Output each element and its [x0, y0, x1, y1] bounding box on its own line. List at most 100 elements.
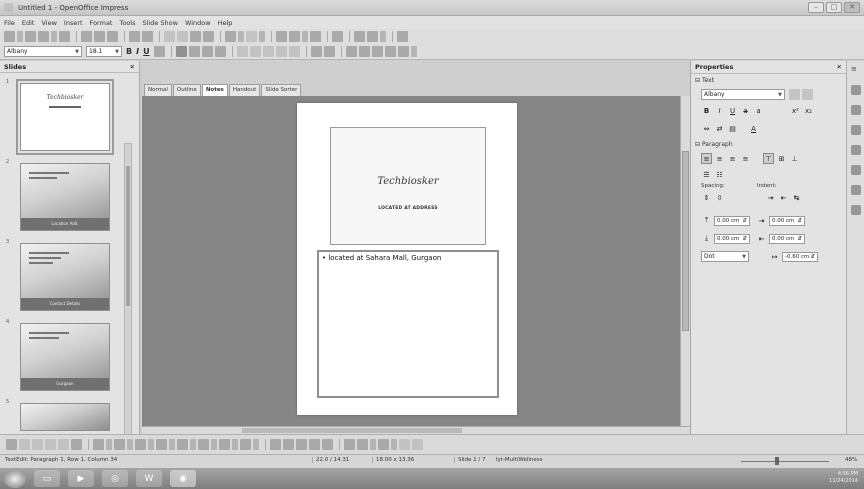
copy-icon[interactable] — [177, 31, 188, 42]
word-icon[interactable]: W — [136, 470, 162, 487]
basic-shapes-icon[interactable] — [135, 439, 146, 450]
close-icon[interactable]: ✕ — [837, 63, 842, 71]
curve-dropdown-icon[interactable] — [106, 439, 112, 450]
workspace-vertical-scrollbar[interactable] — [680, 96, 690, 426]
menu-file[interactable]: File — [4, 19, 15, 27]
points-dropdown-icon[interactable] — [391, 439, 397, 450]
format-paintbrush-icon[interactable] — [203, 31, 214, 42]
print-icon[interactable] — [107, 31, 118, 42]
close-button[interactable]: ✕ — [844, 2, 860, 13]
italic-icon[interactable]: I — [714, 105, 725, 116]
chevron-down-icon[interactable]: ▼ — [115, 49, 119, 55]
align-left-icon[interactable] — [175, 46, 187, 57]
redo-icon[interactable] — [246, 31, 257, 42]
gallery-tab-icon[interactable] — [851, 185, 861, 195]
explorer-icon[interactable]: ▭ — [34, 470, 60, 487]
paragraph-section-header[interactable]: ⊟ Paragraph — [695, 141, 733, 148]
tab-normal[interactable]: Normal — [144, 84, 172, 96]
stars-icon[interactable] — [240, 439, 251, 450]
toggle-extrusion-icon[interactable] — [412, 439, 423, 450]
text-icon[interactable] — [71, 439, 82, 450]
edit-file-icon[interactable] — [81, 31, 92, 42]
chevron-down-icon[interactable]: ▼ — [75, 49, 79, 55]
line-spacing-icon[interactable] — [236, 46, 248, 57]
hyperlink-icon[interactable] — [310, 31, 321, 42]
chart-icon[interactable] — [276, 31, 287, 42]
slide-thumbnail[interactable] — [20, 403, 110, 431]
slide-preview[interactable]: Techbiosker LOCATED AT ADDRESS — [330, 127, 486, 245]
media-player-icon[interactable]: ▶ — [68, 470, 94, 487]
menu-insert[interactable]: Insert — [64, 19, 83, 27]
first-line-indent-field[interactable]: -0.60 cm ⇵ — [782, 251, 818, 262]
align-center-icon[interactable]: ≡ — [714, 153, 725, 164]
zoom-slider-handle[interactable] — [775, 457, 779, 465]
spin-arrows-icon[interactable]: ⇵ — [797, 218, 802, 224]
bold-icon[interactable]: B — [126, 47, 132, 56]
arrange-icon[interactable] — [309, 439, 320, 450]
spin-arrows-icon[interactable]: ⇵ — [797, 236, 802, 242]
move-down-icon[interactable] — [262, 46, 274, 57]
arrow-line-icon[interactable] — [32, 439, 43, 450]
undo-dropdown-icon[interactable] — [238, 31, 244, 42]
slides-scrollbar[interactable] — [124, 143, 132, 483]
align-bottom-icon[interactable]: ⊥ — [789, 153, 800, 164]
bullets-icon[interactable]: ☰ — [701, 169, 712, 180]
menu-window[interactable]: Window — [185, 19, 211, 27]
tab-slide-sorter[interactable]: Slide Sorter — [261, 84, 302, 96]
open-icon[interactable] — [25, 31, 36, 42]
decrease-indent-icon[interactable]: ⇤ — [778, 192, 789, 203]
styles-tab-icon[interactable] — [851, 165, 861, 175]
tab-notes[interactable]: Notes — [201, 84, 228, 96]
decrease-font-icon[interactable] — [323, 46, 335, 57]
menu-edit[interactable]: Edit — [22, 19, 35, 27]
block-arrows-dropdown-icon[interactable] — [190, 439, 196, 450]
3d-objects-icon[interactable] — [270, 439, 281, 450]
extrusion-icon[interactable] — [344, 439, 355, 450]
align-right-icon[interactable]: ≡ — [727, 153, 738, 164]
slide-thumbnail[interactable]: Gurgaon — [20, 323, 110, 391]
callouts-icon[interactable] — [219, 439, 230, 450]
stars-dropdown-icon[interactable] — [253, 439, 259, 450]
menu-view[interactable]: View — [41, 19, 56, 27]
font-color-icon[interactable] — [397, 46, 409, 57]
after-indent-field[interactable]: 0.00 cm ⇵ — [769, 233, 805, 244]
paragraph-icon[interactable] — [371, 46, 383, 57]
flowchart-icon[interactable] — [198, 439, 209, 450]
block-arrows-icon[interactable] — [177, 439, 188, 450]
status-zoom-level[interactable]: 48% — [845, 457, 857, 463]
cut-icon[interactable] — [164, 31, 175, 42]
below-spacing-field[interactable]: 0.00 cm ⇵ — [714, 233, 750, 244]
numbering-icon[interactable]: ☷ — [714, 169, 725, 180]
underline-icon[interactable]: U — [727, 105, 738, 116]
promote-icon[interactable] — [275, 46, 287, 57]
increase-indent-icon[interactable]: ⇥ — [765, 192, 776, 203]
menu-tools[interactable]: Tools — [119, 19, 135, 27]
menu-help[interactable]: Help — [218, 19, 233, 27]
spellcheck-icon[interactable] — [129, 31, 140, 42]
chevron-down-icon[interactable]: ▼ — [742, 254, 746, 260]
font-name-combo[interactable]: Albany ▼ — [4, 46, 82, 57]
increase-font-icon[interactable] — [310, 46, 322, 57]
shadow-icon[interactable] — [153, 46, 165, 57]
align-top-icon[interactable]: ⊤ — [763, 153, 774, 164]
shadow-icon[interactable]: a — [753, 105, 764, 116]
rotate-icon[interactable] — [283, 439, 294, 450]
decrease-spacing-icon[interactable]: ⇄ — [714, 123, 725, 134]
browser-icon[interactable]: ◎ — [102, 470, 128, 487]
navigator-tab-icon[interactable] — [851, 205, 861, 215]
zoom-slider[interactable] — [735, 457, 835, 465]
save-icon[interactable] — [38, 31, 49, 42]
symbol-shapes-dropdown-icon[interactable] — [169, 439, 175, 450]
basic-shapes-dropdown-icon[interactable] — [148, 439, 154, 450]
paste-icon[interactable] — [190, 31, 201, 42]
chevron-down-icon[interactable]: ▼ — [778, 92, 782, 98]
spin-arrows-icon[interactable]: ⇵ — [742, 218, 747, 224]
line-icon[interactable] — [19, 439, 30, 450]
bullets-icon[interactable] — [345, 46, 357, 57]
workspace-horizontal-scrollbar[interactable] — [142, 426, 690, 434]
slide-thumbnail[interactable]: Contact Details — [20, 243, 110, 311]
align-middle-icon[interactable]: ⊞ — [776, 153, 787, 164]
fontwork-icon[interactable] — [357, 439, 368, 450]
tray-date[interactable]: 11/24/2014 — [829, 478, 858, 485]
increase-paragraph-spacing-icon[interactable]: ⇕ — [701, 192, 712, 203]
